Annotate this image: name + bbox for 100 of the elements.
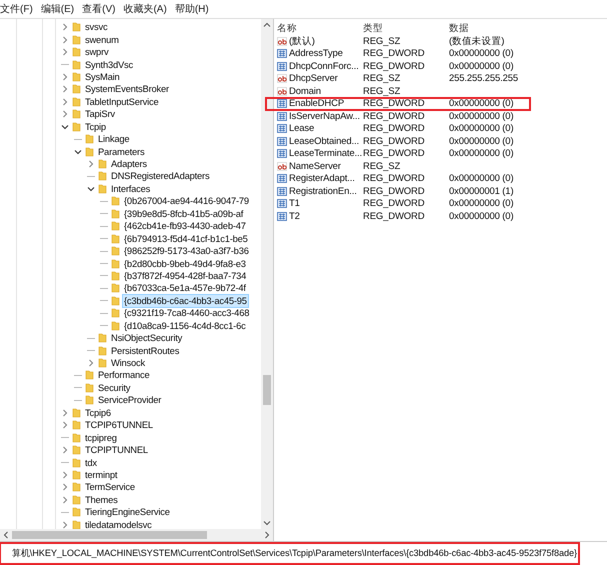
column-header[interactable]: 类型 (363, 22, 449, 34)
expand-chevron-icon[interactable] (60, 34, 70, 45)
value-row[interactable]: (默认) REG_SZ (数值未设置) (277, 35, 607, 48)
expand-chevron-icon[interactable] (60, 96, 70, 107)
value-name: Domain (289, 86, 321, 97)
tree-item[interactable]: terminpt (84, 468, 118, 481)
tree-item[interactable]: swenum (84, 34, 120, 46)
value-row[interactable]: LeaseTerminate...REG_DWORD 0x00000000 (0) (277, 148, 607, 160)
folder-icon (72, 432, 81, 443)
tree-item[interactable]: svsvc (84, 21, 108, 34)
tree-item[interactable]: TCPIP6TUNNEL (84, 419, 154, 432)
tree-item[interactable]: {b67033ca-5e1a-457e-9b72-4f (123, 282, 247, 294)
tree-item[interactable]: swprv (84, 46, 110, 58)
value-row[interactable]: T1 REG_DWORD 0x00000000 (0) (277, 198, 607, 210)
tree-item[interactable]: {d10a8ca9-1156-4c4d-8cc1-6c (123, 320, 247, 332)
tree-item[interactable]: Parameters (97, 146, 146, 158)
value-name: EnableDHCP (289, 98, 344, 110)
expand-chevron-icon[interactable] (60, 47, 70, 58)
menu-item[interactable]: 查看(V) (82, 2, 116, 16)
tree-item[interactable]: Themes (84, 494, 119, 506)
tree-item[interactable]: {c3bdb46b-c6ac-4bb3-ac45-95 (123, 294, 248, 307)
vertical-scrollbar-thumb[interactable] (263, 375, 271, 405)
scroll-down-icon[interactable] (263, 519, 271, 527)
menu-item[interactable]: 编辑(E) (40, 2, 74, 16)
value-row[interactable]: Lease REG_DWORD 0x00000000 (0) (277, 122, 607, 135)
folder-icon (111, 234, 120, 244)
tree-item[interactable]: TieringEngineService (84, 506, 171, 518)
folder-icon (72, 96, 81, 107)
tree-item[interactable]: TermService (84, 481, 136, 494)
tree-item[interactable]: {39b9e8d5-8fcb-41b5-a09b-af (123, 208, 244, 220)
tree-item[interactable]: Performance (97, 369, 150, 382)
tree-item[interactable]: tdx (84, 456, 98, 469)
scroll-up-icon[interactable] (263, 21, 271, 29)
expand-chevron-icon[interactable] (60, 84, 70, 94)
tree-item[interactable]: {b2d80cbb-9beb-49d4-9fa8-e3 (123, 258, 247, 270)
menu-item[interactable]: 帮助(H) (174, 2, 209, 16)
tree-item[interactable]: Linkage (97, 133, 130, 146)
tree-item[interactable]: Synth3dVsc (84, 58, 134, 71)
value-row[interactable]: DhcpConnForc... REG_DWORD 0x00000000 (0) (277, 60, 607, 72)
column-header[interactable]: 名称 (277, 22, 363, 34)
value-data: 0x00000000 (0) (449, 198, 514, 210)
value-type: REG_DWORD (363, 136, 426, 147)
tree-item[interactable]: Adapters (110, 158, 148, 170)
tree-item[interactable]: {6b794913-f5d4-41cf-b1c1-be5 (123, 232, 249, 245)
value-row[interactable]: AddressType REG_DWORD 0x00000000 (0) (277, 48, 607, 60)
value-name: (默认) (289, 35, 315, 48)
tree-item[interactable]: DNSRegisteredAdapters (110, 170, 210, 182)
tree-item[interactable]: tcpipreg (84, 432, 118, 444)
expand-chevron-icon[interactable] (60, 408, 70, 418)
highlighted-value-row[interactable]: EnableDHCP REG_DWORD 0x00000000 (0) (266, 98, 530, 110)
value-row[interactable]: Domain REG_SZ (277, 85, 607, 98)
menu-item[interactable]: 收藏夹(A) (123, 2, 167, 16)
expand-chevron-icon[interactable] (60, 482, 70, 492)
expand-chevron-icon[interactable] (60, 72, 70, 82)
expand-chevron-icon[interactable] (60, 445, 70, 456)
value-row[interactable]: IsServerNapAw... REG_DWORD 0x00000000 (0) (277, 110, 607, 122)
expand-chevron-icon[interactable] (60, 22, 70, 32)
tree-item[interactable]: {b37f872f-4954-428f-baa7-734 (123, 270, 248, 282)
value-name: NameServer (289, 160, 341, 172)
scroll-right-icon[interactable] (263, 531, 271, 539)
value-type: REG_DWORD (363, 173, 426, 184)
menu-item[interactable]: 文件(F) (0, 2, 33, 16)
expand-chevron-icon[interactable] (60, 420, 70, 430)
tree-item[interactable]: TCPIPTUNNEL (84, 444, 149, 456)
value-row[interactable]: NameServer REG_SZ (277, 160, 607, 172)
tree-item[interactable]: SysMain (84, 70, 121, 83)
tree-item[interactable]: ServiceProvider (97, 394, 162, 406)
column-header[interactable]: 数据 (449, 22, 607, 34)
scroll-left-icon[interactable] (2, 531, 10, 539)
tree-item[interactable]: PersistentRoutes (110, 344, 180, 357)
value-row[interactable]: DhcpServer REG_SZ 255.255.255.255 (277, 72, 607, 85)
expand-chevron-icon[interactable] (60, 520, 70, 529)
expand-chevron-icon[interactable] (60, 470, 70, 480)
value-row[interactable]: LeaseObtained... REG_DWORD 0x00000000 (0) (277, 135, 607, 148)
tree-item[interactable]: Winsock (110, 357, 146, 370)
folder-icon (72, 109, 81, 120)
value-type: REG_SZ (363, 73, 402, 84)
value-row[interactable]: RegisterAdapt... REG_DWORD 0x00000000 (0) (277, 172, 607, 185)
tree-item[interactable]: TabletInputService (84, 96, 160, 108)
binary-value-icon (277, 149, 287, 158)
tree-item[interactable]: Tcpip6 (84, 406, 112, 419)
value-data: (数值未设置) (449, 35, 506, 48)
tree-item[interactable]: Security (97, 382, 132, 394)
tree-item[interactable]: NsiObjectSecurity (110, 332, 184, 344)
tree-item[interactable]: Interfaces (110, 182, 152, 195)
tree-item[interactable]: SystemEventsBroker (84, 83, 170, 96)
value-row[interactable]: T2 REG_DWORD 0x00000000 (0) (277, 210, 607, 222)
tree-item[interactable]: Tcpip (84, 120, 107, 133)
horizontal-scrollbar-thumb[interactable] (12, 531, 207, 539)
expand-chevron-icon[interactable] (86, 358, 96, 368)
tree-item[interactable]: {0b267004-ae94-4416-9047-79 (123, 195, 250, 208)
folder-icon (72, 408, 81, 418)
tree-item[interactable]: TapiSrv (84, 108, 116, 120)
tree-item[interactable]: {462cb41e-fb93-4430-adeb-47 (123, 220, 247, 232)
value-row[interactable]: RegistrationEn... REG_DWORD 0x00000001 (1) (277, 185, 607, 198)
tree-item[interactable]: tiledatamodelsvc (84, 518, 153, 529)
value-data: 0x00000000 (0) (449, 98, 514, 110)
expand-chevron-icon[interactable] (60, 494, 70, 505)
tree-item[interactable]: {c9321f19-7ca8-4460-acc3-468 (123, 307, 250, 320)
tree-item[interactable]: {986252f9-5173-43a0-a3f7-b36 (123, 245, 250, 258)
